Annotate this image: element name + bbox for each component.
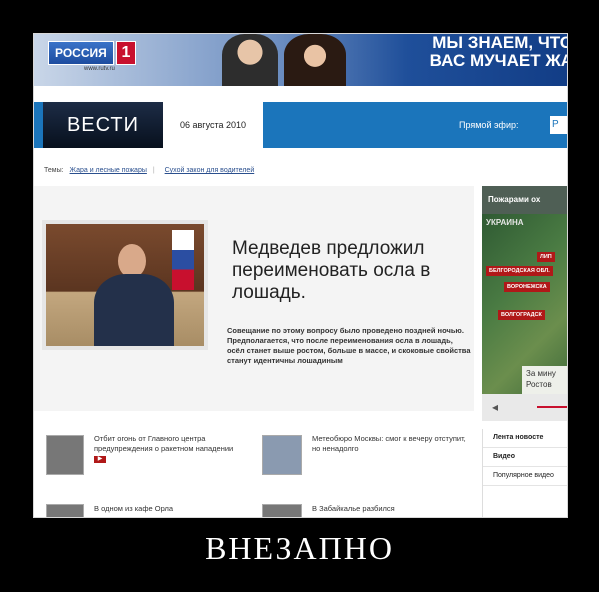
slogan-line-2: ВАС МУЧАЕТ ЖА xyxy=(429,51,567,70)
news-thumbnail[interactable] xyxy=(46,504,84,517)
story-lead: Совещание по этому вопросу было проведен… xyxy=(227,326,471,365)
side-item-label: Видео xyxy=(493,453,515,460)
news-item[interactable]: Метеобюро Москвы: смог к вечеру отступит… xyxy=(312,434,472,453)
fire-label-voronezh: ВОРОНЕЖСКА xyxy=(504,282,550,292)
fire-label-volgograd: ВОЛГОГРАДСК xyxy=(498,310,545,320)
flag-icon xyxy=(172,230,194,290)
logo-url: www.rutv.ru xyxy=(84,66,115,72)
logo-number: 1 xyxy=(116,41,136,65)
presenter-female-photo xyxy=(284,34,346,86)
story-headline[interactable]: Медведев предложил переименовать осла в … xyxy=(232,238,462,304)
header-date: 06 августа 2010 xyxy=(163,102,263,148)
widget-title[interactable]: Пожарами ох xyxy=(482,186,567,214)
ad-banner[interactable]: РОССИЯ 1 www.rutv.ru МЫ ЗНАЕМ, ЧТО ВАС М… xyxy=(34,34,567,86)
news-thumbnail[interactable] xyxy=(262,504,302,517)
main-story: Медведев предложил переименовать осла в … xyxy=(34,186,474,411)
person-body xyxy=(94,274,174,346)
live-broadcast-button[interactable]: Р xyxy=(550,116,567,134)
demotivator-caption: ВНЕЗАПНО xyxy=(205,530,394,566)
site-header: ВЕСТИ 06 августа 2010 Прямой эфир: Р xyxy=(34,102,567,148)
slogan-line-1: МЫ ЗНАЕМ, ЧТО xyxy=(432,34,567,52)
vesti-logo[interactable]: ВЕСТИ xyxy=(43,102,163,148)
story-photo[interactable] xyxy=(42,220,208,350)
russia1-logo: РОССИЯ 1 xyxy=(48,41,136,65)
side-item-video[interactable]: Видео xyxy=(483,448,567,467)
topics-label: Темы: xyxy=(44,167,64,174)
arrow-left-icon[interactable]: ◂ xyxy=(492,400,498,414)
side-item-popular-video[interactable]: Популярное видео xyxy=(483,467,567,486)
topics-divider: | xyxy=(152,167,155,174)
banner-slogan: МЫ ЗНАЕМ, ЧТО ВАС МУЧАЕТ ЖА xyxy=(430,34,567,70)
news-item[interactable]: Отбит огонь от Главного центра предупреж… xyxy=(94,434,244,463)
nav-progress-line xyxy=(537,406,567,408)
fire-label-lip: ЛИП xyxy=(537,252,555,262)
news-item[interactable]: В одном из кафе Орла xyxy=(94,504,244,514)
person-figure xyxy=(94,244,174,346)
topics-bar: Темы: Жара и лесные пожары | Сухой закон… xyxy=(44,167,254,174)
news-item-text: В одном из кафе Орла xyxy=(94,504,174,513)
map-note-line-2: Ростов xyxy=(526,380,552,389)
side-item-label: Популярное видео xyxy=(493,472,554,479)
news-item[interactable]: В Забайкалье разбился xyxy=(312,504,472,514)
person-head xyxy=(118,244,146,278)
fires-map[interactable]: УКРАИНА ЛИП БЕЛГОРОДСКАЯ ОБЛ. ВОРОНЕЖСКА… xyxy=(482,214,567,402)
side-item-news-feed[interactable]: Лента новосте xyxy=(483,429,567,448)
map-note-line-1: За мину xyxy=(526,369,556,378)
side-item-label: Лента новосте xyxy=(493,434,544,441)
topic-link-dry-law[interactable]: Сухой закон для водителей xyxy=(165,167,255,174)
topic-link-fires[interactable]: Жара и лесные пожары xyxy=(70,167,147,174)
story-photo-image xyxy=(46,224,204,346)
video-icon[interactable]: ▶ xyxy=(94,456,106,463)
news-thumbnail[interactable] xyxy=(46,435,84,475)
news-thumbnail[interactable] xyxy=(262,435,302,475)
logo-word: РОССИЯ xyxy=(48,41,114,65)
live-broadcast-label[interactable]: Прямой эфир: xyxy=(459,102,519,148)
screenshot-frame: РОССИЯ 1 www.rutv.ru МЫ ЗНАЕМ, ЧТО ВАС М… xyxy=(33,33,568,518)
presenter-male-photo xyxy=(222,34,278,86)
widget-nav: ◂ xyxy=(482,394,567,421)
news-item-text: В Забайкалье разбился xyxy=(312,504,395,513)
fires-widget: Пожарами ох УКРАИНА ЛИП БЕЛГОРОДСКАЯ ОБЛ… xyxy=(482,186,567,421)
news-item-text: Метеобюро Москвы: смог к вечеру отступит… xyxy=(312,434,466,453)
news-item-text: Отбит огонь от Главного центра предупреж… xyxy=(94,434,234,453)
fire-label-belgorod: БЕЛГОРОДСКАЯ ОБЛ. xyxy=(486,266,553,276)
map-region-label: УКРАИНА xyxy=(486,218,524,227)
side-menu: Лента новосте Видео Популярное видео xyxy=(482,429,567,517)
